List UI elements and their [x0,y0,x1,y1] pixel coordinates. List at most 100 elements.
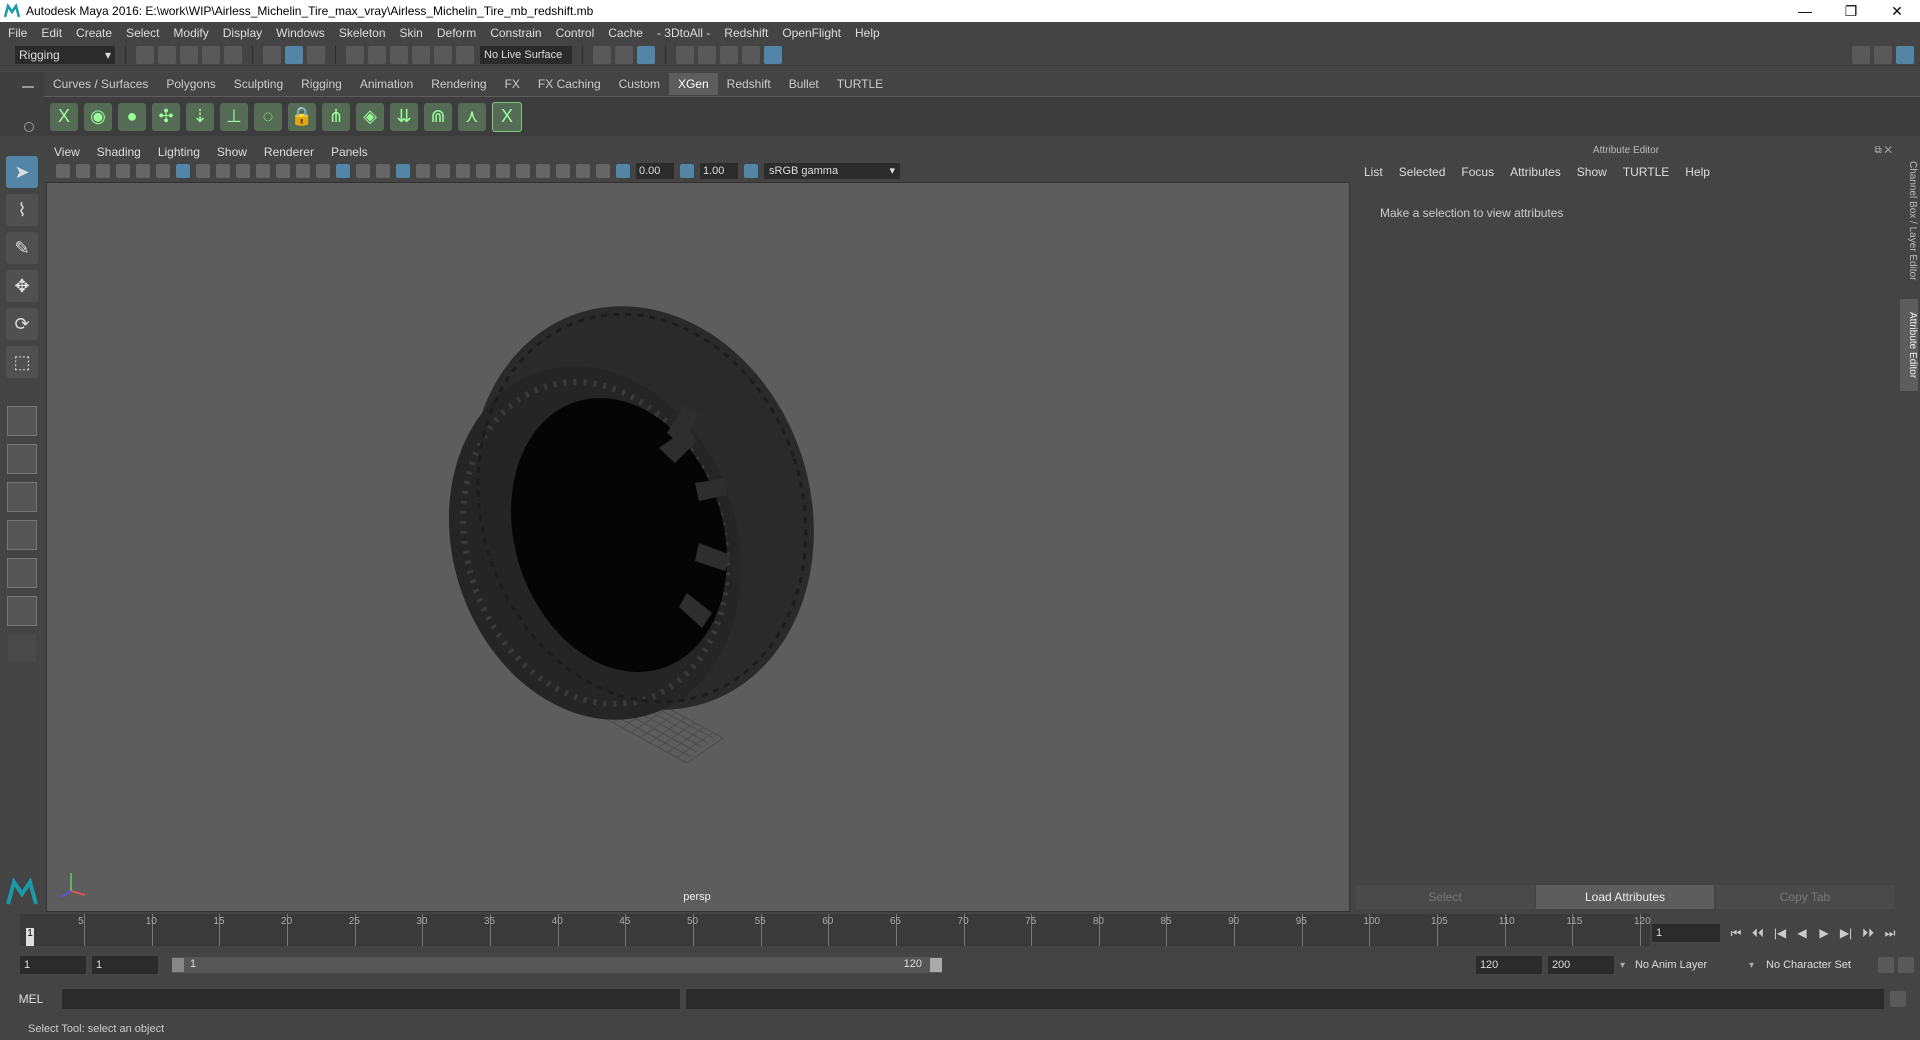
select-button[interactable]: Select [1356,885,1534,909]
menu-redshift[interactable]: Redshift [724,26,768,40]
xgen-create-description-icon[interactable]: ● [118,102,146,131]
redo-icon[interactable] [224,45,242,64]
menu-skeleton[interactable]: Skeleton [339,26,386,40]
copy-tab-button[interactable]: Copy Tab [1716,885,1894,909]
input-output-icon[interactable] [593,45,611,64]
two-d-pan-icon[interactable] [136,164,150,178]
camera-select-icon[interactable] [56,164,70,178]
xgen-editor-icon[interactable]: X [50,102,78,131]
custom-layout-icon[interactable] [7,596,37,626]
menu-modify[interactable]: Modify [173,26,208,40]
panel-menu-lighting[interactable]: Lighting [158,145,200,159]
grid-icon[interactable] [176,164,190,178]
xgen-cut-icon[interactable]: ⋏ [458,102,486,131]
gamma-field[interactable]: 1.00 [700,163,738,179]
panel-menu-renderer[interactable]: Renderer [264,145,314,159]
tab-fx[interactable]: FX [496,73,529,95]
xgen-guide-visibility-icon[interactable]: ◌ [254,102,282,131]
color-management-icon[interactable] [744,164,758,178]
attribute-editor-toggle-icon[interactable] [1896,45,1914,64]
scale-tool-icon[interactable]: ⬚ [6,346,38,378]
history-icon[interactable] [615,45,633,64]
attr-menu-attributes[interactable]: Attributes [1510,165,1561,179]
default-material-icon[interactable] [356,164,370,178]
tab-turtle[interactable]: TURTLE [828,73,892,95]
new-scene-icon[interactable] [136,45,154,64]
gamma-icon[interactable] [680,164,694,178]
grease-pencil-icon[interactable] [156,164,170,178]
command-input[interactable] [62,989,680,1009]
menu-windows[interactable]: Windows [276,26,325,40]
hypershade-icon[interactable] [764,45,782,64]
snap-grid-icon[interactable] [346,45,364,64]
attr-menu-turtle[interactable]: TURTLE [1623,165,1669,179]
chevron-down-icon[interactable]: ▾ [1749,960,1754,971]
menu-control[interactable]: Control [556,26,595,40]
menu-help[interactable]: Help [855,26,880,40]
menu-openflight[interactable]: OpenFlight [782,26,841,40]
wireframe-icon[interactable] [316,164,330,178]
attr-menu-selected[interactable]: Selected [1399,165,1446,179]
tab-bullet[interactable]: Bullet [780,73,828,95]
panel-menu-shading[interactable]: Shading [97,145,141,159]
menu-edit[interactable]: Edit [41,26,62,40]
undo-icon[interactable] [202,45,220,64]
current-frame-field[interactable]: 1 [1652,924,1720,942]
smooth-shade-icon[interactable] [336,164,350,178]
menu-display[interactable]: Display [223,26,262,40]
layout-options-icon[interactable] [8,634,36,662]
outliner-persp-layout-icon[interactable] [7,482,37,512]
lasso-tool-icon[interactable]: ⌇ [6,194,38,226]
select-object-icon[interactable] [285,45,303,64]
menu-constrain[interactable]: Constrain [490,26,541,40]
panel-menu-view[interactable]: View [54,145,80,159]
xgen-comb-icon[interactable]: ⇊ [390,102,418,131]
wireframe-on-shaded-icon[interactable] [376,164,390,178]
select-tool-icon[interactable]: ➤ [6,156,38,188]
menu-file[interactable]: File [8,26,27,40]
close-button[interactable]: ✕ [1874,3,1920,20]
hypershade-persp-layout-icon[interactable] [7,558,37,588]
tab-sculpting[interactable]: Sculpting [225,73,292,95]
perspective-viewport[interactable]: persp [46,182,1350,912]
shelf-gear-icon[interactable] [24,122,34,132]
image-plane-icon[interactable] [116,164,130,178]
rotate-tool-icon[interactable]: ⟳ [6,308,38,340]
tab-xgen[interactable]: XGen [668,73,718,95]
range-end-handle[interactable] [930,958,942,972]
textured-icon[interactable] [396,164,410,178]
xgen-groom-icon[interactable]: ⋔ [322,102,350,131]
select-hierarchy-icon[interactable] [263,45,281,64]
step-back-key-icon[interactable]: ⏴⏴ [1748,925,1768,941]
step-back-frame-icon[interactable]: |◀ [1770,925,1790,941]
auto-key-icon[interactable] [1878,957,1894,973]
menu-deform[interactable]: Deform [437,26,476,40]
anim-layer-dropdown[interactable]: No Anim Layer [1631,956,1749,974]
tab-rigging[interactable]: Rigging [292,73,351,95]
play-backwards-icon[interactable]: ◀ [1792,925,1812,941]
panel-menu-panels[interactable]: Panels [331,145,368,159]
step-forward-key-icon[interactable]: ⏵⏵ [1858,925,1878,941]
safe-action-icon[interactable] [276,164,290,178]
end-time-field[interactable]: 200 [1547,956,1614,974]
restore-button[interactable]: ❐ [1828,3,1874,20]
paint-select-tool-icon[interactable]: ✎ [6,232,38,264]
save-scene-icon[interactable] [180,45,198,64]
tab-attribute-editor[interactable]: Attribute Editor [1900,299,1918,391]
safe-title-icon[interactable] [296,164,310,178]
resolution-gate-icon[interactable] [216,164,230,178]
isolate-select-icon[interactable] [536,164,550,178]
make-live-icon[interactable] [456,45,474,64]
xgen-sculpt-guide-icon[interactable]: ⇣ [186,102,214,131]
exposure-field[interactable]: 0.00 [636,163,674,179]
panel-float-close-icons[interactable]: ⧉ ✕ [1874,145,1892,156]
menu-3dtoall[interactable]: - 3DtoAll - [657,26,710,40]
menu-set-dropdown[interactable]: Rigging ▾ [15,45,115,64]
open-scene-icon[interactable] [158,45,176,64]
attr-menu-list[interactable]: List [1364,165,1383,179]
character-controls-icon[interactable] [1874,45,1892,64]
minimize-button[interactable]: — [1782,3,1828,19]
playback-start-field[interactable]: 1 [92,956,158,974]
xgen-place-guide-icon[interactable]: ⊥ [220,102,248,131]
construction-history-icon[interactable] [637,45,655,64]
